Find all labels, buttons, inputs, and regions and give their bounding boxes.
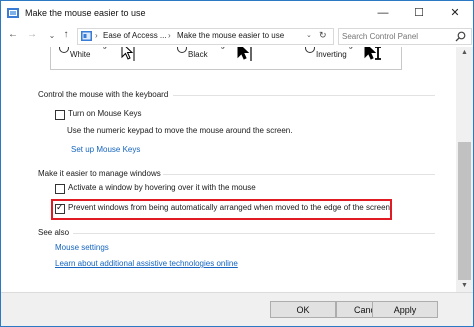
search-icon[interactable] <box>455 31 466 42</box>
setup-mouse-keys-link[interactable]: Set up Mouse Keys <box>71 145 140 154</box>
keyboard-section-title: Control the mouse with the keyboard <box>38 90 169 99</box>
ok-button[interactable]: OK <box>270 301 336 318</box>
pointer-inverting-label: Extra Large Inverting <box>316 47 357 59</box>
dialog-footer: OK Cancel Apply <box>1 292 473 326</box>
apply-button[interactable]: Apply <box>372 301 438 318</box>
section-divider <box>73 233 435 234</box>
breadcrumb-separator[interactable]: › <box>168 31 171 40</box>
section-divider <box>173 95 435 96</box>
mouse-keys-checkbox[interactable] <box>55 110 65 120</box>
breadcrumb-ease-of-access[interactable]: Ease of Access ... <box>103 31 167 40</box>
mouse-keys-label[interactable]: Turn on Mouse Keys <box>68 109 142 118</box>
pointer-black-label: Extra Large Black <box>188 47 229 59</box>
settings-content: Extra Large White Extra Large Black Extr… <box>1 47 473 292</box>
back-arrow-icon[interactable]: ← <box>6 29 20 40</box>
white-pointer-icon <box>121 47 135 61</box>
pointer-white-radio[interactable] <box>59 47 69 53</box>
activate-window-label[interactable]: Activate a window by hovering over it wi… <box>68 183 256 192</box>
up-arrow-icon[interactable]: ↑ <box>59 29 73 40</box>
scroll-thumb[interactable] <box>458 142 471 280</box>
pointer-options-panel: Extra Large White Extra Large Black Extr… <box>50 47 402 70</box>
refresh-icon[interactable]: ↻ <box>319 30 327 41</box>
close-button[interactable]: ✕ <box>437 1 473 25</box>
title-bar[interactable]: Make the mouse easier to use — ☐ ✕ <box>1 1 473 25</box>
pointer-white-label: Extra Large White <box>70 47 111 59</box>
search-box[interactable] <box>338 28 472 45</box>
pointer-inverting-radio[interactable] <box>305 47 315 53</box>
mouse-settings-link[interactable]: Mouse settings <box>55 243 109 252</box>
search-input[interactable] <box>342 30 450 42</box>
control-panel-icon <box>81 31 92 41</box>
forward-arrow-icon[interactable]: → <box>25 29 39 40</box>
ease-of-access-icon <box>7 8 19 18</box>
breadcrumb-separator: › <box>95 31 98 40</box>
prevent-arrange-checkbox[interactable] <box>55 203 65 214</box>
maximize-button[interactable]: ☐ <box>401 1 437 25</box>
inverting-pointer-icon <box>364 47 381 60</box>
scroll-down-arrow-icon[interactable]: ▼ <box>456 280 473 292</box>
control-panel-window: Make the mouse easier to use — ☐ ✕ ← → ⌄… <box>0 0 474 327</box>
navigation-bar: ← → ⌄ ↑ › Ease of Access ... › Make the … <box>1 25 473 47</box>
section-divider <box>163 174 435 175</box>
activate-window-checkbox[interactable] <box>55 184 65 194</box>
prevent-arrange-label[interactable]: Prevent windows from being automatically… <box>68 203 390 212</box>
mouse-keys-description: Use the numeric keypad to move the mouse… <box>67 126 293 135</box>
assistive-technologies-link[interactable]: Learn about additional assistive technol… <box>55 259 238 268</box>
window-title: Make the mouse easier to use <box>25 8 146 18</box>
scroll-up-arrow-icon[interactable]: ▲ <box>456 47 473 59</box>
address-bar[interactable]: › Ease of Access ... › Make the mouse ea… <box>77 28 334 45</box>
minimize-button[interactable]: — <box>365 1 401 25</box>
pointer-black-radio[interactable] <box>177 47 187 53</box>
breadcrumb-current-page[interactable]: Make the mouse easier to use <box>177 31 284 40</box>
see-also-title: See also <box>38 228 70 237</box>
black-pointer-icon <box>237 47 252 61</box>
recent-locations-chevron-icon[interactable]: ⌄ <box>45 31 59 40</box>
address-dropdown-icon[interactable]: ⌄ <box>306 31 312 39</box>
windows-section-title: Make it easier to manage windows <box>38 169 161 178</box>
vertical-scrollbar[interactable]: ▲ ▼ <box>456 47 473 292</box>
